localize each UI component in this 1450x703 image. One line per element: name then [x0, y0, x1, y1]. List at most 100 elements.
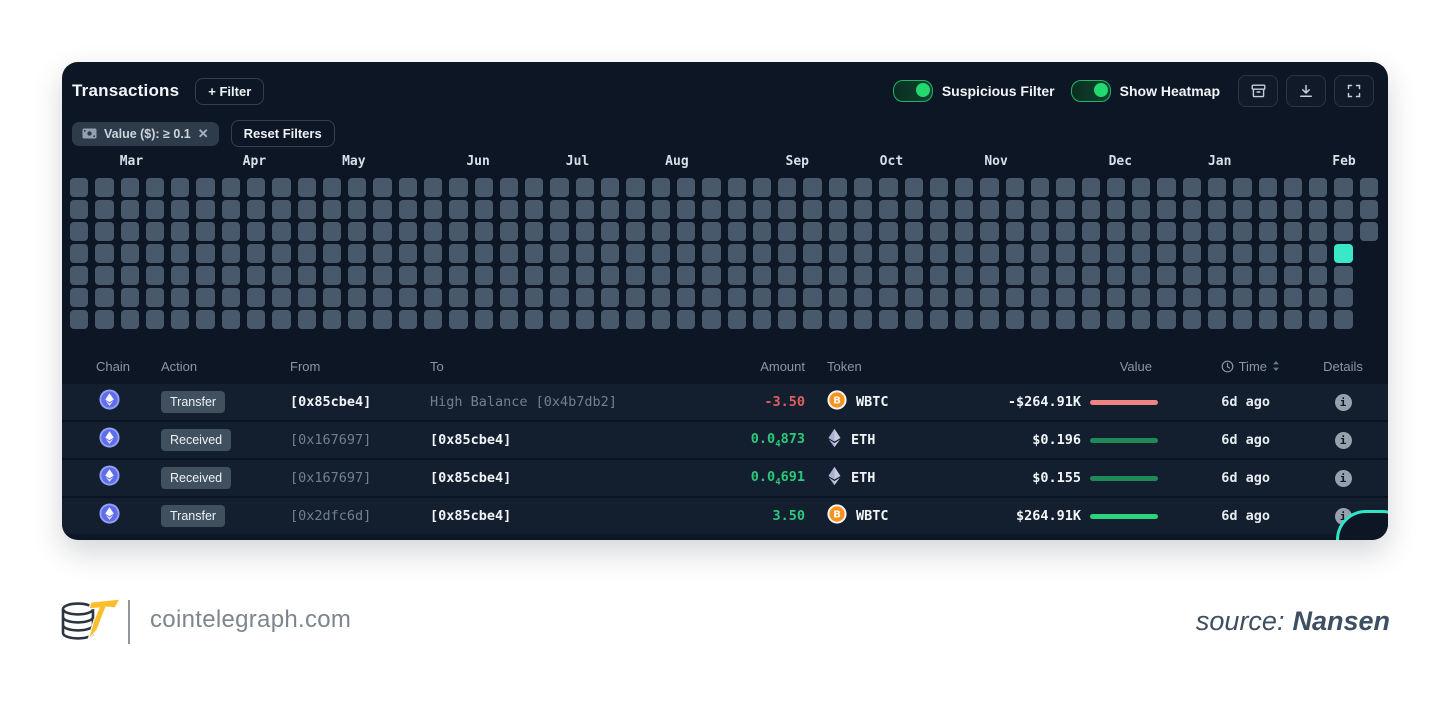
heatmap-cell[interactable] — [778, 222, 796, 241]
heatmap-cell[interactable] — [1183, 200, 1201, 219]
heatmap-cell[interactable] — [728, 310, 746, 329]
to-address-link[interactable]: [0x85cbe4] — [422, 508, 511, 524]
heatmap-cell[interactable] — [905, 310, 923, 329]
heatmap-cell[interactable] — [955, 222, 973, 241]
heatmap-cell[interactable] — [500, 200, 518, 219]
heatmap-cell[interactable] — [247, 244, 265, 263]
heatmap-cell[interactable] — [601, 266, 619, 285]
heatmap-cell[interactable] — [778, 310, 796, 329]
heatmap-cell[interactable] — [803, 244, 821, 263]
heatmap-cell[interactable] — [1183, 244, 1201, 263]
heatmap-cell[interactable] — [1309, 200, 1327, 219]
heatmap-cell[interactable] — [1259, 310, 1277, 329]
heatmap-cell[interactable] — [829, 178, 847, 197]
heatmap-cell[interactable] — [930, 178, 948, 197]
heatmap-cell[interactable] — [1082, 200, 1100, 219]
heatmap-cell[interactable] — [196, 310, 214, 329]
to-address-link[interactable]: [0x85cbe4] — [422, 432, 511, 448]
heatmap-cell[interactable] — [70, 244, 88, 263]
heatmap-cell[interactable] — [121, 200, 139, 219]
heatmap-cell[interactable] — [652, 178, 670, 197]
heatmap-cell[interactable] — [323, 178, 341, 197]
heatmap-cell[interactable] — [348, 244, 366, 263]
heatmap-cell[interactable] — [702, 200, 720, 219]
heatmap-cell[interactable] — [652, 222, 670, 241]
heatmap-cell[interactable] — [1334, 222, 1352, 241]
heatmap-cell[interactable] — [576, 222, 594, 241]
heatmap-cell[interactable] — [702, 266, 720, 285]
heatmap-cell[interactable] — [677, 178, 695, 197]
from-address-link[interactable]: [0x85cbe4] — [272, 394, 371, 410]
heatmap-cell[interactable] — [1309, 178, 1327, 197]
heatmap-cell[interactable] — [576, 178, 594, 197]
heatmap-cell[interactable] — [95, 310, 113, 329]
heatmap-cell[interactable] — [728, 222, 746, 241]
heatmap-cell[interactable] — [247, 288, 265, 307]
heatmap-cell[interactable] — [1309, 288, 1327, 307]
heatmap-cell[interactable] — [449, 222, 467, 241]
heatmap-cell[interactable] — [298, 244, 316, 263]
heatmap-cell[interactable] — [373, 266, 391, 285]
heatmap-cell[interactable] — [1259, 178, 1277, 197]
heatmap-cell[interactable] — [525, 266, 543, 285]
heatmap-cell[interactable] — [525, 200, 543, 219]
heatmap-cell[interactable] — [905, 178, 923, 197]
heatmap-cell[interactable] — [1183, 288, 1201, 307]
heatmap-cell[interactable] — [905, 266, 923, 285]
heatmap-cell[interactable] — [1233, 244, 1251, 263]
heatmap-cell[interactable] — [1107, 288, 1125, 307]
heatmap-cell[interactable] — [1334, 178, 1352, 197]
heatmap-cell[interactable] — [1284, 178, 1302, 197]
heatmap-cell[interactable] — [500, 222, 518, 241]
heatmap-cell[interactable] — [854, 222, 872, 241]
from-address-link[interactable]: [0x2dfc6d] — [272, 508, 371, 524]
heatmap-cell[interactable] — [803, 200, 821, 219]
heatmap-cell[interactable] — [626, 244, 644, 263]
remove-filter-icon[interactable]: ✕ — [198, 127, 209, 140]
heatmap-cell[interactable] — [1006, 200, 1024, 219]
heatmap-cell[interactable] — [702, 178, 720, 197]
heatmap-cell[interactable] — [728, 178, 746, 197]
heatmap-cell[interactable] — [1284, 310, 1302, 329]
heatmap-cell[interactable] — [854, 200, 872, 219]
heatmap-cell[interactable] — [1259, 200, 1277, 219]
heatmap-cell[interactable] — [222, 200, 240, 219]
heatmap-cell[interactable] — [475, 310, 493, 329]
heatmap-cell[interactable] — [171, 244, 189, 263]
heatmap-cell[interactable] — [1284, 244, 1302, 263]
heatmap-cell[interactable] — [247, 178, 265, 197]
heatmap-cell[interactable] — [272, 310, 290, 329]
heatmap-cell[interactable] — [1006, 288, 1024, 307]
heatmap-cell[interactable] — [1157, 222, 1175, 241]
heatmap-cell[interactable] — [955, 200, 973, 219]
heatmap-cell[interactable] — [121, 288, 139, 307]
heatmap-cell[interactable] — [171, 288, 189, 307]
heatmap-cell[interactable] — [879, 178, 897, 197]
heatmap-cell[interactable] — [222, 222, 240, 241]
heatmap-cell[interactable] — [399, 200, 417, 219]
heatmap-cell[interactable] — [905, 222, 923, 241]
heatmap-cell[interactable] — [980, 310, 998, 329]
heatmap-cell[interactable] — [601, 178, 619, 197]
heatmap-cell[interactable] — [601, 310, 619, 329]
heatmap-cell[interactable] — [955, 288, 973, 307]
heatmap-cell[interactable] — [70, 178, 88, 197]
heatmap-cell[interactable] — [550, 244, 568, 263]
heatmap-cell[interactable] — [1132, 266, 1150, 285]
heatmap-cell[interactable] — [222, 178, 240, 197]
heatmap-cell[interactable] — [677, 222, 695, 241]
heatmap-cell[interactable] — [1284, 266, 1302, 285]
heatmap-cell[interactable] — [980, 266, 998, 285]
heatmap-cell[interactable] — [373, 222, 391, 241]
heatmap-cell[interactable] — [348, 200, 366, 219]
heatmap-cell[interactable] — [1233, 178, 1251, 197]
heatmap-cell[interactable] — [854, 266, 872, 285]
heatmap-cell[interactable] — [70, 288, 88, 307]
heatmap-cell[interactable] — [272, 178, 290, 197]
heatmap-cell[interactable] — [70, 266, 88, 285]
heatmap-cell[interactable] — [1132, 178, 1150, 197]
heatmap-cell[interactable] — [1183, 310, 1201, 329]
show-heatmap-toggle[interactable] — [1071, 80, 1111, 102]
heatmap-cell[interactable] — [677, 266, 695, 285]
heatmap-cell[interactable] — [1157, 244, 1175, 263]
